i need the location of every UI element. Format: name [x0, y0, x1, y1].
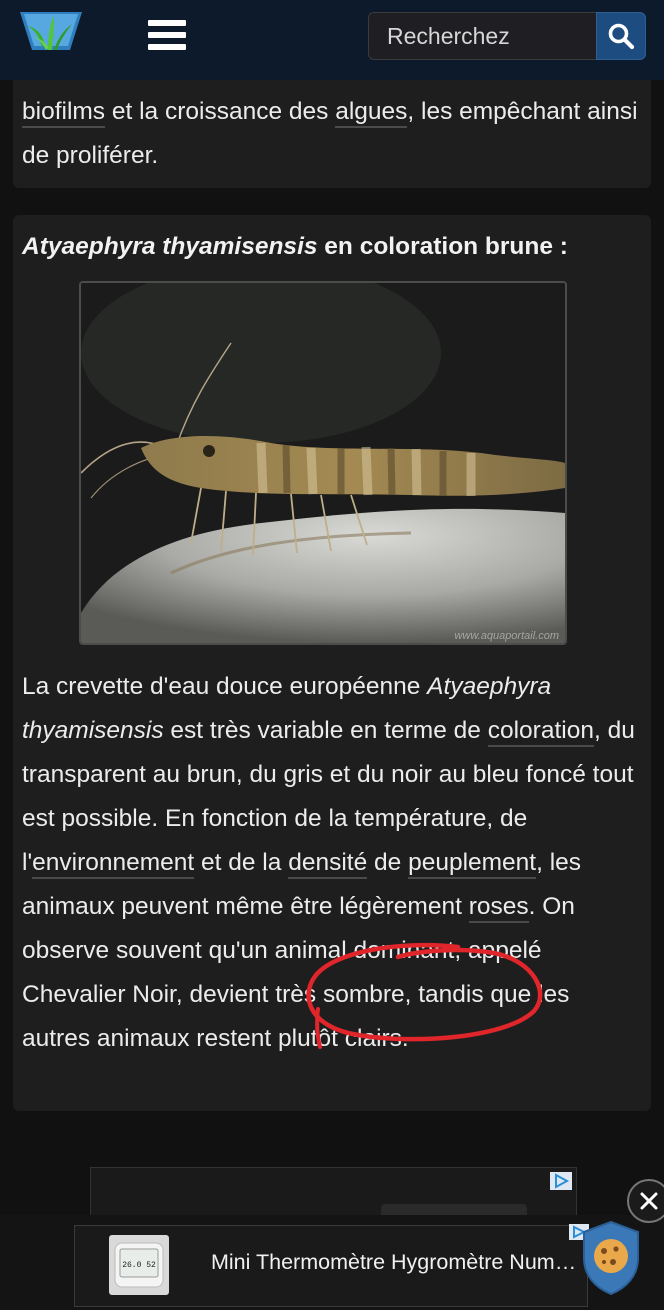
cookie-shield-icon[interactable]	[580, 1220, 642, 1296]
species-description: La crevette d'eau douce européenne Atyae…	[22, 665, 644, 1061]
text-segment: de	[367, 849, 409, 876]
previous-paragraph: biofilms et la croissance des algues, le…	[22, 90, 643, 178]
link-environnement[interactable]: environnement	[32, 849, 195, 879]
shrimp-photo[interactable]: www.aquaportail.com	[79, 281, 567, 645]
link-peuplement[interactable]: peuplement	[408, 849, 537, 879]
text-segment: et la croissance des	[105, 98, 336, 125]
search-icon	[608, 23, 635, 50]
search-input[interactable]	[368, 12, 596, 60]
image-caption: Atyaephyra thyamisensis en coloration br…	[22, 229, 643, 265]
adchoices-icon[interactable]	[550, 1172, 572, 1195]
link-roses[interactable]: roses	[468, 893, 529, 923]
product-readout: 26.0 52	[122, 1261, 156, 1270]
shrink-coloration-card: Atyaephyra thyamisensis en coloration br…	[13, 215, 651, 1111]
close-ad-button[interactable]	[627, 1179, 664, 1223]
ad-content[interactable]: 26.0 52 Mini Thermomètre Hygromètre Numé…	[74, 1224, 589, 1307]
aquarium-plant-logo-icon[interactable]	[20, 8, 82, 60]
site-header	[0, 0, 664, 80]
close-icon	[640, 1192, 658, 1210]
link-biofilms[interactable]: biofilms	[22, 98, 106, 128]
link-algues[interactable]: algues	[335, 98, 408, 128]
hamburger-menu-icon[interactable]	[148, 20, 186, 52]
product-thumbnail[interactable]: 26.0 52	[109, 1235, 169, 1295]
bottom-ad-banner[interactable]: 26.0 52 Mini Thermomètre Hygromètre Numé…	[0, 1215, 664, 1310]
text-segment: est très variable en terme de	[163, 717, 488, 744]
species-name: Atyaephyra thyamisensis	[22, 233, 318, 260]
link-coloration[interactable]: coloration	[487, 717, 594, 747]
search-button[interactable]	[596, 12, 646, 60]
photo-watermark: www.aquaportail.com	[454, 630, 559, 642]
link-densite[interactable]: densité	[288, 849, 368, 879]
text-segment: et de la	[194, 849, 289, 876]
text-segment: La crevette d'eau douce européenne	[22, 673, 428, 700]
caption-rest: en coloration brune :	[317, 233, 568, 260]
ad-title[interactable]: Mini Thermomètre Hygromètre Numérique	[211, 1250, 583, 1275]
